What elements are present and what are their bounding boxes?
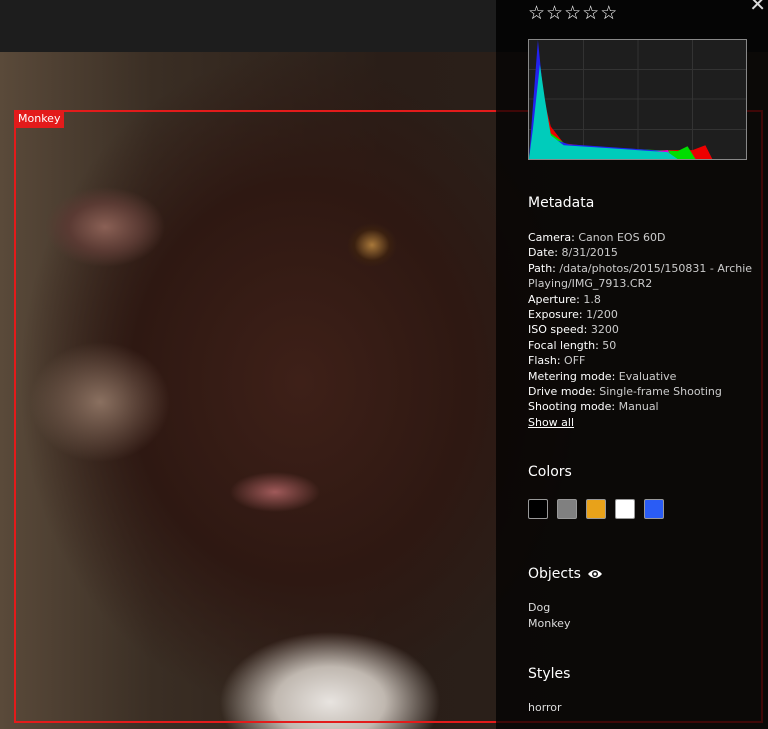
metadata-row: Drive mode: Single-frame Shooting xyxy=(528,385,722,399)
color-swatch-orange[interactable] xyxy=(586,499,606,519)
metadata-row: Metering mode: Evaluative xyxy=(528,369,677,383)
color-swatch-gray[interactable] xyxy=(557,499,577,519)
close-icon[interactable]: ✕ xyxy=(749,0,766,16)
show-all-link[interactable]: Show all xyxy=(528,415,758,430)
star-rating[interactable]: ☆☆☆☆☆ xyxy=(528,2,618,24)
objects-heading: Objects xyxy=(528,566,581,582)
styles-heading: Styles xyxy=(528,666,571,682)
metadata-row: Camera: Canon EOS 60D xyxy=(528,231,666,244)
star-icon[interactable]: ☆ xyxy=(600,2,618,24)
metadata-row: Focal length: 50 xyxy=(528,338,617,352)
info-panel: ✕ ☆☆☆☆☆ Metadata Camera: Canon EOS 60D D… xyxy=(496,0,768,729)
color-swatches xyxy=(528,499,664,519)
metadata-row: Shooting mode: Manual xyxy=(528,400,659,414)
metadata-list: Camera: Canon EOS 60D Date: 8/31/2015 Pa… xyxy=(528,230,758,430)
color-swatch-white[interactable] xyxy=(615,499,635,519)
styles-list: horror xyxy=(528,700,562,716)
object-item[interactable]: Monkey xyxy=(528,616,570,632)
metadata-row: Date: 8/31/2015 xyxy=(528,246,618,260)
histogram xyxy=(528,39,747,160)
bounding-box-label: Monkey xyxy=(14,110,65,128)
metadata-row: Exposure: 1/200 xyxy=(528,308,618,322)
star-icon[interactable]: ☆ xyxy=(582,2,600,24)
colors-heading: Colors xyxy=(528,464,572,480)
histogram-luma xyxy=(529,64,678,159)
metadata-heading: Metadata xyxy=(528,195,595,211)
color-swatch-black[interactable] xyxy=(528,499,548,519)
star-icon[interactable]: ☆ xyxy=(528,2,546,24)
metadata-row: ISO speed: 3200 xyxy=(528,323,619,337)
metadata-row: Path: /data/photos/2015/150831 - Archie … xyxy=(528,261,753,291)
star-icon[interactable]: ☆ xyxy=(546,2,564,24)
object-item[interactable]: Dog xyxy=(528,600,570,616)
style-item[interactable]: horror xyxy=(528,700,562,716)
eye-icon[interactable] xyxy=(587,567,603,581)
metadata-row: Flash: OFF xyxy=(528,354,586,368)
star-icon[interactable]: ☆ xyxy=(564,2,582,24)
color-swatch-blue[interactable] xyxy=(644,499,664,519)
metadata-row: Aperture: 1.8 xyxy=(528,292,601,306)
objects-list: Dog Monkey xyxy=(528,600,570,632)
